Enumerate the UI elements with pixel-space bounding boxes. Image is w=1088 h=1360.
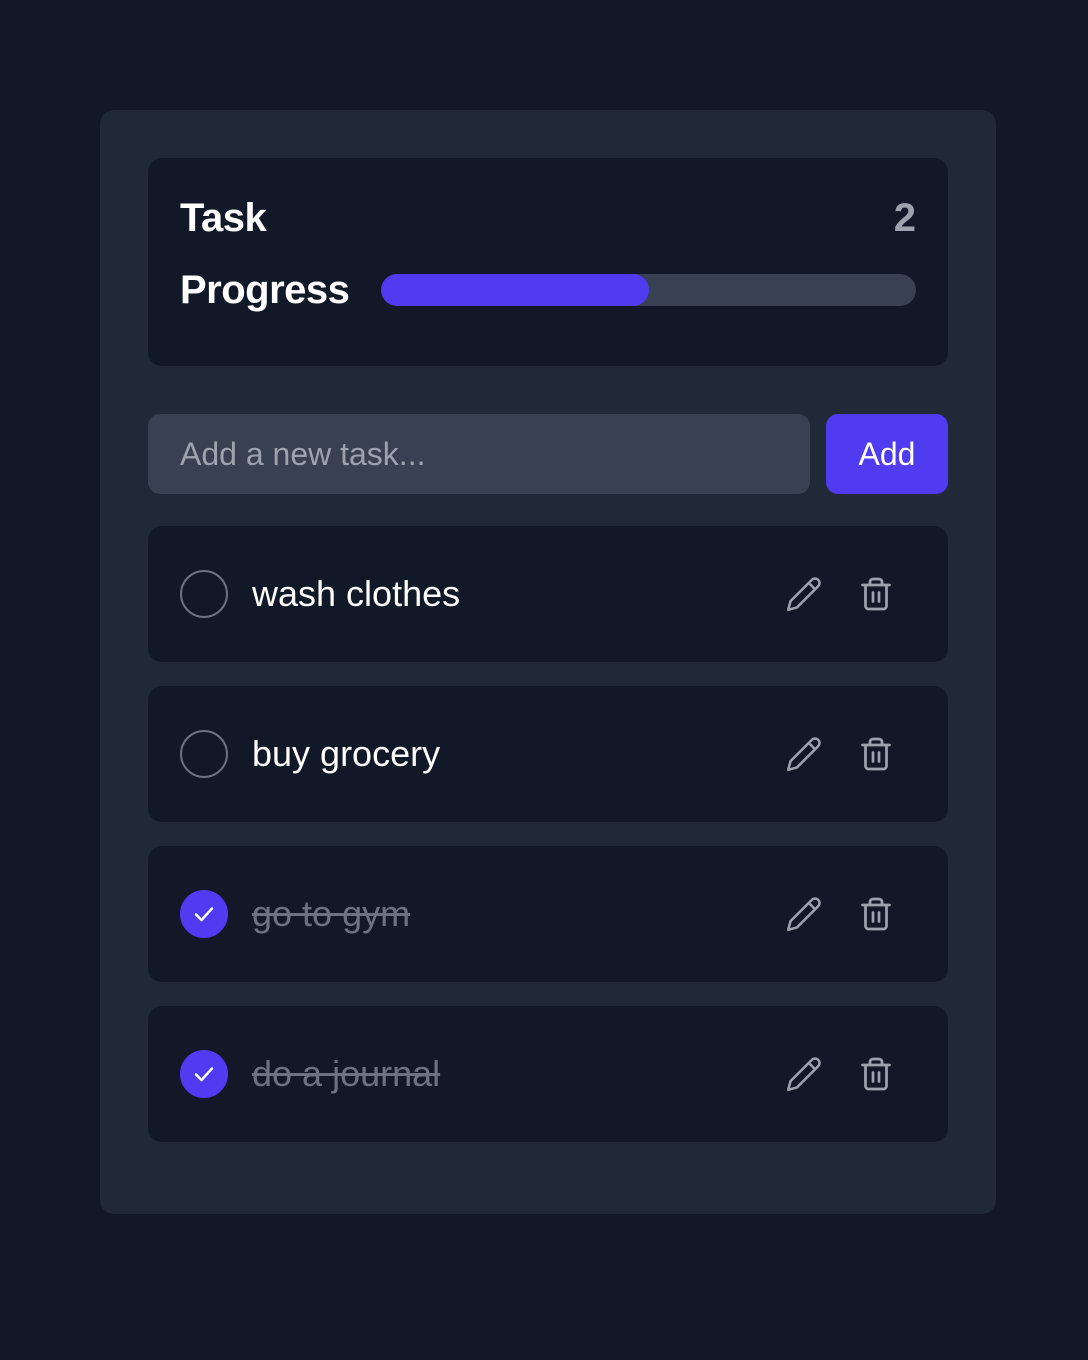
add-task-row: Add: [148, 414, 948, 494]
completed-count: 2: [893, 195, 916, 240]
add-task-button[interactable]: Add: [826, 414, 948, 494]
edit-task-button[interactable]: [784, 894, 824, 934]
progress-title-task: Task: [180, 195, 267, 240]
task-checkbox[interactable]: [180, 730, 228, 778]
progress-title-progress: Progress: [180, 267, 350, 312]
todo-app: Task 2 Progress Add wash clothes: [100, 110, 996, 1214]
pencil-icon: [786, 897, 821, 932]
task-item: buy grocery: [148, 686, 948, 822]
new-task-input[interactable]: [148, 414, 810, 494]
trash-icon: [861, 1057, 891, 1091]
progress-bar-fill: [381, 274, 649, 306]
progress-bar: [381, 274, 916, 306]
task-item: wash clothes: [148, 526, 948, 662]
edit-task-button[interactable]: [784, 574, 824, 614]
task-checkbox[interactable]: [180, 890, 228, 938]
pencil-icon: [786, 1057, 821, 1092]
trash-icon: [861, 737, 891, 771]
task-text: go to gym: [252, 893, 411, 934]
checkmark-icon: [194, 907, 214, 922]
task-text: buy grocery: [252, 733, 441, 774]
checkmark-icon: [194, 1067, 214, 1082]
trash-icon: [861, 577, 891, 611]
task-text: wash clothes: [252, 573, 461, 614]
task-item: go to gym: [148, 846, 948, 982]
task-checkbox[interactable]: [180, 570, 228, 618]
trash-icon: [861, 897, 891, 931]
edit-task-button[interactable]: [784, 734, 824, 774]
delete-task-button[interactable]: [856, 894, 896, 934]
task-item: do a journal: [148, 1006, 948, 1142]
delete-task-button[interactable]: [856, 734, 896, 774]
delete-task-button[interactable]: [856, 574, 896, 614]
progress-card: Task 2 Progress: [148, 158, 948, 366]
task-list: wash clothes buy grocery go to gym do a …: [148, 526, 948, 1142]
pencil-icon: [786, 737, 821, 772]
pencil-icon: [786, 577, 821, 612]
delete-task-button[interactable]: [856, 1054, 896, 1094]
edit-task-button[interactable]: [784, 1054, 824, 1094]
task-text: do a journal: [252, 1053, 441, 1094]
task-checkbox[interactable]: [180, 1050, 228, 1098]
